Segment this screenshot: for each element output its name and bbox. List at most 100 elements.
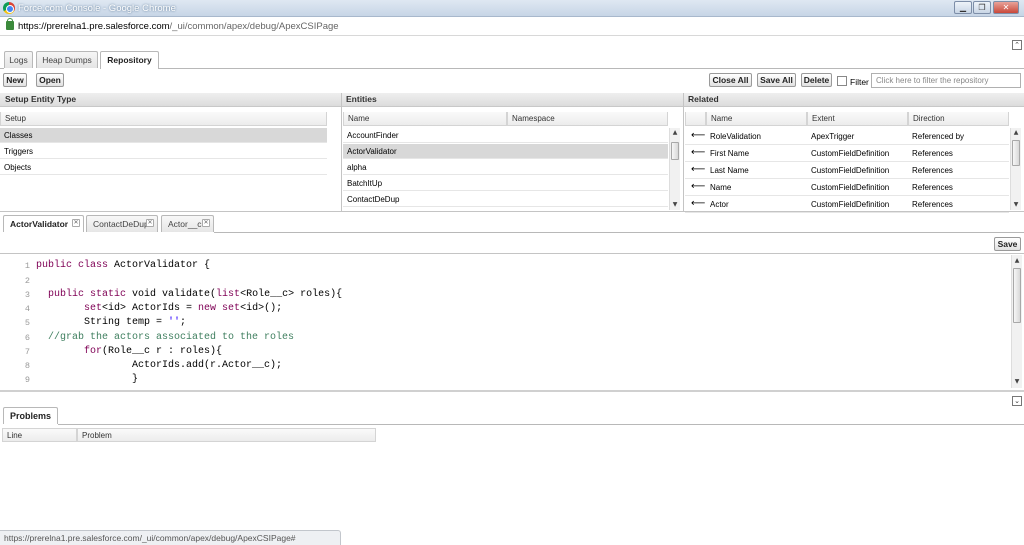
tab-logs[interactable]: Logs	[4, 51, 33, 68]
filter-input[interactable]: Click here to filter the repository	[871, 73, 1021, 88]
tab-problems[interactable]: Problems	[3, 407, 58, 424]
related-name: Actor	[710, 200, 729, 209]
related-row[interactable]: ⟵ RoleValidation ApexTrigger Referenced by	[685, 128, 1009, 145]
related-direction-header[interactable]: Direction	[908, 112, 1009, 126]
related-name: First Name	[710, 149, 750, 158]
scroll-down-icon[interactable]: ▼	[670, 201, 680, 209]
setup-row-objects[interactable]: Objects	[0, 160, 327, 175]
line-number: 2	[24, 276, 30, 286]
problems-line-header[interactable]: Line	[2, 428, 77, 442]
related-direction: References	[912, 183, 953, 192]
collapse-down-icon[interactable]: ⌄	[1012, 396, 1022, 406]
reference-arrow-icon: ⟵	[691, 181, 706, 192]
window-title: Force.com Console - Google Chrome	[18, 3, 176, 14]
line-number: 1	[24, 261, 30, 271]
address-bar[interactable]: https://prerelna1.pre.salesforce.com/_ui…	[0, 17, 1024, 36]
entities-namespace-header[interactable]: Namespace	[507, 112, 668, 126]
code-line: String temp = '';	[36, 317, 187, 328]
reference-arrow-icon: ⟵	[691, 147, 706, 158]
close-tab-icon[interactable]: ✕	[146, 219, 154, 227]
code-editor[interactable]: 1 2 3 4 5 6 7 8 9 public class ActorVali…	[0, 255, 1010, 388]
editor-tab-label: ContactDeDup	[93, 219, 149, 229]
entity-row[interactable]: alpha	[343, 160, 668, 175]
scroll-up-icon[interactable]: ▲	[670, 129, 680, 137]
filter-checkbox[interactable]	[837, 76, 847, 86]
editor-tab-contactdedup[interactable]: ContactDeDup ✕	[86, 215, 158, 232]
related-name-header[interactable]: Name	[706, 112, 807, 126]
entity-row[interactable]: ContactDeDup	[343, 192, 668, 207]
code-line: //grab the actors associated to the role…	[36, 332, 295, 343]
related-name: Name	[710, 183, 732, 192]
scroll-thumb[interactable]	[671, 142, 679, 160]
delete-button[interactable]: Delete	[801, 73, 832, 87]
url-text[interactable]: https://prerelna1.pre.salesforce.com/_ui…	[18, 21, 339, 32]
entities-panel-title: Entities	[341, 93, 683, 107]
lock-icon	[6, 18, 14, 30]
entity-row[interactable]: ActorValidator	[343, 144, 668, 159]
scroll-up-icon[interactable]: ▲	[1011, 129, 1021, 137]
line-number: 7	[24, 347, 30, 357]
code-line: ActorIds.add(r.Actor__c);	[36, 360, 283, 371]
tab-divider	[214, 232, 1024, 233]
editor-tab-label: ActorValidator	[10, 219, 69, 229]
line-number: 5	[24, 318, 30, 328]
entities-scrollbar[interactable]: ▲ ▼	[669, 128, 680, 210]
scroll-thumb[interactable]	[1013, 268, 1021, 323]
related-row[interactable]: ⟵ Last Name CustomFieldDefinition Reference…	[685, 162, 1009, 179]
reference-arrow-icon: ⟵	[691, 198, 706, 209]
url-path: /_ui/common/apex/debug/ApexCSIPage	[169, 21, 339, 32]
setup-row-classes[interactable]: Classes	[0, 128, 327, 143]
editor-tab-label: Actor__c	[168, 219, 202, 229]
section-divider	[0, 390, 1024, 392]
related-row[interactable]: ⟵ Name CustomFieldDefinition References	[685, 179, 1009, 196]
related-extent: CustomFieldDefinition	[811, 183, 890, 192]
section-divider	[0, 211, 1024, 212]
new-button[interactable]: New	[3, 73, 27, 87]
problems-problem-header[interactable]: Problem	[77, 428, 376, 442]
close-tab-icon[interactable]: ✕	[202, 219, 210, 227]
tab-heap-dumps[interactable]: Heap Dumps	[36, 51, 98, 68]
setup-column-header[interactable]: Setup	[0, 112, 327, 126]
open-button[interactable]: Open	[36, 73, 64, 87]
editor-tab-actor-c[interactable]: Actor__c ✕	[161, 215, 214, 232]
reference-arrow-icon: ⟵	[691, 164, 706, 175]
editor-top-border	[0, 253, 1024, 254]
related-extent-header[interactable]: Extent	[807, 112, 908, 126]
reference-arrow-icon: ⟵	[691, 130, 706, 141]
line-number: 3	[24, 290, 30, 300]
collapse-up-icon[interactable]: ⌃	[1012, 40, 1022, 50]
related-scrollbar[interactable]: ▲ ▼	[1010, 128, 1021, 210]
setup-row-triggers[interactable]: Triggers	[0, 144, 327, 159]
minimize-button[interactable]: ▁	[954, 1, 972, 14]
scroll-up-icon[interactable]: ▲	[1012, 257, 1022, 265]
entity-row[interactable]: AccountFinder	[343, 128, 668, 143]
editor-scrollbar[interactable]: ▲ ▼	[1011, 255, 1022, 388]
scroll-down-icon[interactable]: ▼	[1012, 378, 1022, 386]
line-number: 6	[24, 333, 30, 343]
related-row[interactable]: ⟵ First Name CustomFieldDefinition Referenc…	[685, 145, 1009, 162]
code-line: set<id> ActorIds = new set<id>();	[84, 303, 283, 314]
scroll-thumb[interactable]	[1012, 140, 1020, 166]
tab-repository[interactable]: Repository	[100, 51, 159, 69]
tab-divider	[58, 424, 1024, 425]
status-bar-url: https://prerelna1.pre.salesforce.com/_ui…	[0, 530, 341, 545]
line-number: 8	[24, 361, 30, 371]
scroll-down-icon[interactable]: ▼	[1011, 201, 1021, 209]
problems-list	[0, 443, 1024, 530]
save-button[interactable]: Save	[994, 237, 1021, 251]
code-line: }	[36, 374, 139, 385]
related-direction: References	[912, 149, 953, 158]
maximize-button[interactable]: ❐	[973, 1, 991, 14]
entities-name-header[interactable]: Name	[343, 112, 507, 126]
panel-divider	[341, 93, 342, 211]
related-extent: CustomFieldDefinition	[811, 149, 890, 158]
close-window-button[interactable]: ✕	[993, 1, 1019, 14]
url-host: https://prerelna1.pre.salesforce.com	[18, 21, 170, 32]
close-all-button[interactable]: Close All	[709, 73, 752, 87]
entity-row[interactable]: BatchItUp	[343, 176, 668, 191]
editor-tab-actorvalidator[interactable]: ActorValidator ✕	[3, 215, 84, 232]
related-extent: CustomFieldDefinition	[811, 166, 890, 175]
related-direction: References	[912, 200, 953, 209]
close-tab-icon[interactable]: ✕	[72, 219, 80, 227]
save-all-button[interactable]: Save All	[757, 73, 796, 87]
